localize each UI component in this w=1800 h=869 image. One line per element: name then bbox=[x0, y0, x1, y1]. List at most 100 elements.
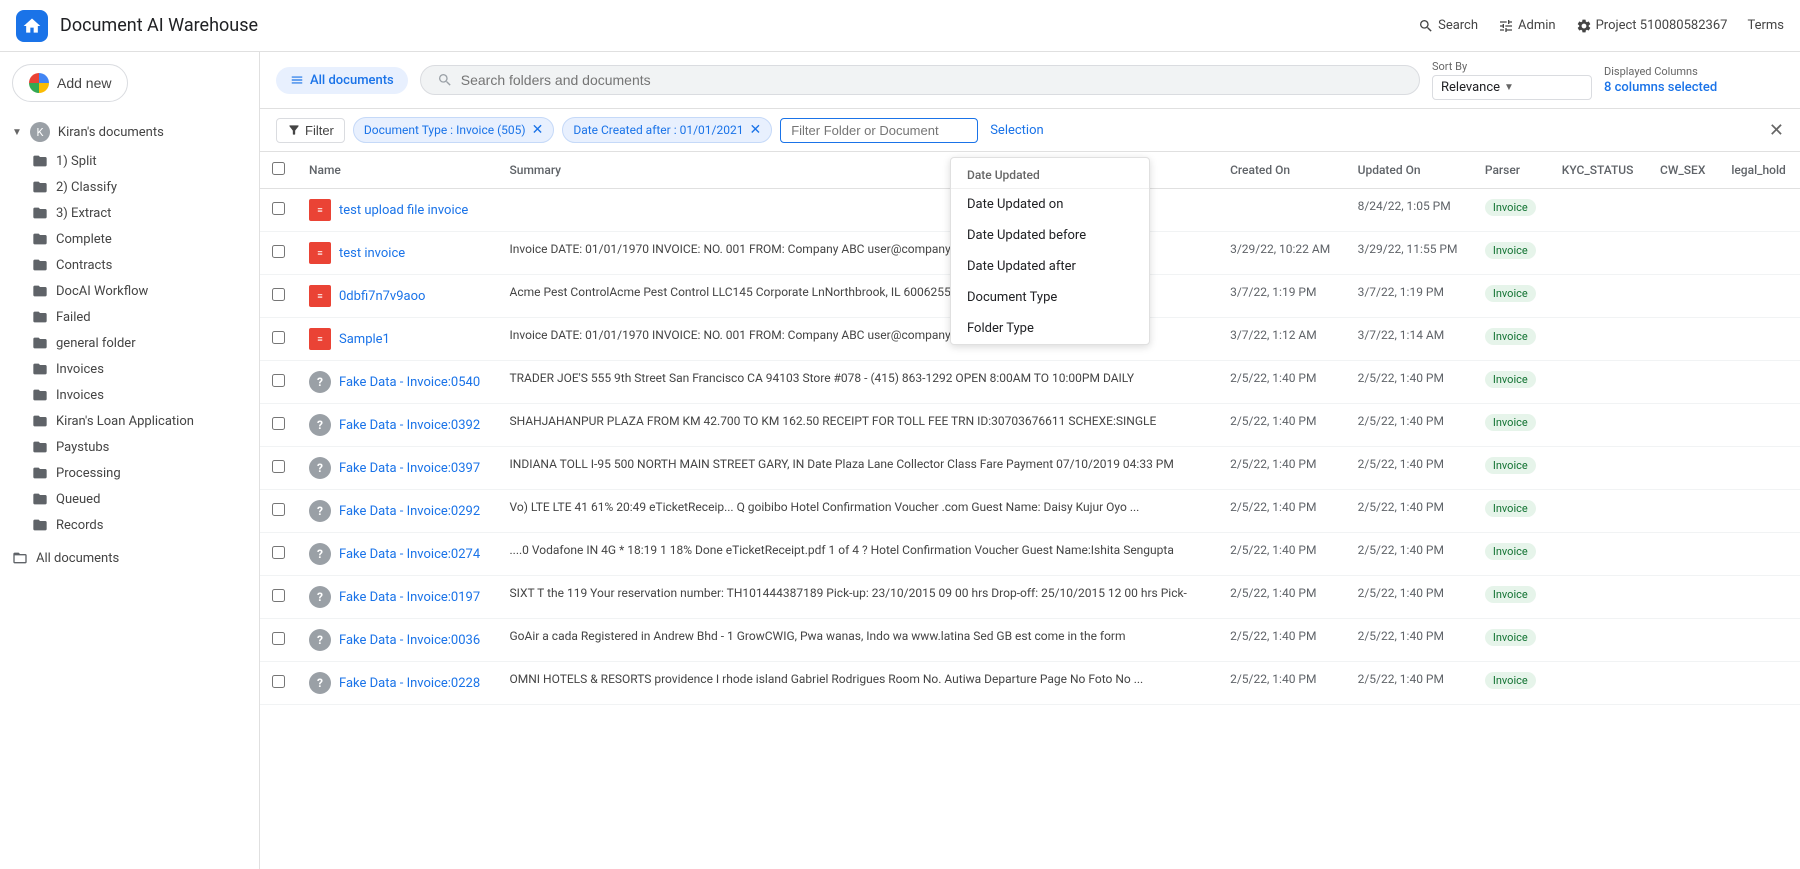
sidebar-folder-item[interactable]: Records bbox=[0, 512, 259, 538]
doc-name-link[interactable]: Fake Data - Invoice:0292 bbox=[339, 504, 480, 519]
doc-parser: Invoice bbox=[1485, 543, 1536, 560]
doc-name-link[interactable]: Fake Data - Invoice:0392 bbox=[339, 418, 480, 433]
row-created-cell bbox=[1218, 189, 1346, 232]
sidebar-folder-item[interactable]: 2) Classify bbox=[0, 174, 259, 200]
row-updated-cell: 3/7/22, 1:19 PM bbox=[1346, 275, 1473, 318]
doc-name-link[interactable]: Fake Data - Invoice:0228 bbox=[339, 676, 480, 691]
doc-created-on: 2/5/22, 1:40 PM bbox=[1230, 414, 1316, 428]
row-updated-cell: 2/5/22, 1:40 PM bbox=[1346, 404, 1473, 447]
row-kyc-cell bbox=[1550, 619, 1648, 662]
sidebar-folder-item[interactable]: Complete bbox=[0, 226, 259, 252]
filter-button[interactable]: Filter bbox=[276, 118, 345, 143]
filter-area-wrapper: Filter Document Type : Invoice (505) ✕ D… bbox=[260, 109, 1800, 152]
selection-link[interactable]: Selection bbox=[990, 123, 1043, 138]
row-parser-cell: Invoice bbox=[1473, 576, 1550, 619]
row-checkbox-cell bbox=[260, 318, 297, 361]
row-checkbox[interactable] bbox=[272, 331, 285, 344]
filter-chip-doc-type-close[interactable]: ✕ bbox=[532, 122, 544, 138]
filter-chip-date-created-close[interactable]: ✕ bbox=[749, 122, 761, 138]
doc-name-link[interactable]: Fake Data - Invoice:0036 bbox=[339, 633, 480, 648]
row-checkbox[interactable] bbox=[272, 460, 285, 473]
row-checkbox[interactable] bbox=[272, 675, 285, 688]
folder-icon bbox=[32, 465, 48, 481]
sidebar-folder-item[interactable]: Invoices bbox=[0, 356, 259, 382]
doc-name-link[interactable]: Fake Data - Invoice:0274 bbox=[339, 547, 480, 562]
filter-chip-doc-type[interactable]: Document Type : Invoice (505) ✕ bbox=[353, 117, 554, 143]
user-section-header[interactable]: ▼ K Kiran's documents bbox=[0, 116, 259, 148]
doc-parser: Invoice bbox=[1485, 285, 1536, 302]
row-updated-cell: 2/5/22, 1:40 PM bbox=[1346, 533, 1473, 576]
select-all-checkbox[interactable] bbox=[272, 162, 285, 175]
table-row: ? Fake Data - Invoice:0540 TRADER JOE'S … bbox=[260, 361, 1800, 404]
row-checkbox[interactable] bbox=[272, 503, 285, 516]
sidebar-folder-item[interactable]: DocAI Workflow bbox=[0, 278, 259, 304]
filter-chip-date-created[interactable]: Date Created after : 01/01/2021 ✕ bbox=[562, 117, 772, 143]
dropdown-menu-item[interactable]: Date Updated after bbox=[951, 251, 1149, 282]
search-nav-item[interactable]: Search bbox=[1418, 18, 1478, 34]
row-created-cell: 2/5/22, 1:40 PM bbox=[1218, 447, 1346, 490]
sidebar-folder-item[interactable]: Queued bbox=[0, 486, 259, 512]
doc-name-link[interactable]: 0dbfi7n7v9aoo bbox=[339, 289, 425, 304]
row-checkbox[interactable] bbox=[272, 288, 285, 301]
row-checkbox[interactable] bbox=[272, 417, 285, 430]
project-nav-item[interactable]: Project 510080582367 bbox=[1576, 18, 1728, 34]
search-bar[interactable] bbox=[420, 65, 1420, 95]
settings-nav-icon bbox=[1576, 18, 1592, 34]
doc-name-link[interactable]: test invoice bbox=[339, 246, 405, 261]
sidebar-folder-item[interactable]: 3) Extract bbox=[0, 200, 259, 226]
doc-name-link[interactable]: Fake Data - Invoice:0540 bbox=[339, 375, 480, 390]
folder-icon bbox=[32, 387, 48, 403]
sidebar-folder-label: 1) Split bbox=[56, 154, 97, 169]
sidebar-folder-item[interactable]: Contracts bbox=[0, 252, 259, 278]
filter-folder-document-input[interactable] bbox=[780, 118, 978, 143]
row-checkbox[interactable] bbox=[272, 202, 285, 215]
doc-name-link[interactable]: test upload file invoice bbox=[339, 203, 468, 218]
doc-name-link[interactable]: Sample1 bbox=[339, 332, 390, 347]
admin-nav-item[interactable]: Admin bbox=[1498, 18, 1556, 34]
add-new-button[interactable]: Add new bbox=[12, 64, 128, 102]
sort-select[interactable]: Relevance ▼ bbox=[1432, 75, 1592, 100]
dropdown-menu-item[interactable]: Folder Type bbox=[951, 313, 1149, 344]
doc-name-link[interactable]: Fake Data - Invoice:0197 bbox=[339, 590, 480, 605]
row-updated-cell: 2/5/22, 1:40 PM bbox=[1346, 619, 1473, 662]
sidebar-folder-item[interactable]: Invoices bbox=[0, 382, 259, 408]
dropdown-menu-item[interactable]: Document Type bbox=[951, 282, 1149, 313]
row-checkbox[interactable] bbox=[272, 546, 285, 559]
row-summary-cell: SHAHJAHANPUR PLAZA FROM KM 42.700 TO KM … bbox=[498, 404, 1219, 447]
row-kyc-cell bbox=[1550, 275, 1648, 318]
row-checkbox[interactable] bbox=[272, 245, 285, 258]
close-filter-icon[interactable]: ✕ bbox=[1769, 120, 1784, 141]
row-created-cell: 2/5/22, 1:40 PM bbox=[1218, 619, 1346, 662]
sidebar-folder-item[interactable]: 1) Split bbox=[0, 148, 259, 174]
user-avatar: K bbox=[30, 122, 50, 142]
sidebar-folder-item[interactable]: Kiran's Loan Application bbox=[0, 408, 259, 434]
row-parser-cell: Invoice bbox=[1473, 275, 1550, 318]
row-checkbox[interactable] bbox=[272, 374, 285, 387]
dropdown-menu-item[interactable]: Date Updated before bbox=[951, 220, 1149, 251]
row-created-cell: 2/5/22, 1:40 PM bbox=[1218, 490, 1346, 533]
row-parser-cell: Invoice bbox=[1473, 490, 1550, 533]
displayed-columns-value[interactable]: 8 columns selected bbox=[1604, 80, 1784, 95]
row-checkbox[interactable] bbox=[272, 632, 285, 645]
sidebar-folder-item[interactable]: Failed bbox=[0, 304, 259, 330]
unknown-icon: ? bbox=[309, 500, 331, 522]
row-name-cell: ≡ test upload file invoice bbox=[297, 189, 498, 232]
user-section-label: Kiran's documents bbox=[58, 125, 164, 140]
row-kyc-cell bbox=[1550, 576, 1648, 619]
row-cw-sex-cell bbox=[1648, 318, 1719, 361]
sidebar-folder-item[interactable]: Paystubs bbox=[0, 434, 259, 460]
search-input[interactable] bbox=[461, 72, 1403, 88]
dropdown-menu-item[interactable]: Date Updated on bbox=[951, 189, 1149, 220]
all-documents-tab-label: All documents bbox=[310, 73, 394, 88]
row-checkbox[interactable] bbox=[272, 589, 285, 602]
all-documents-tab[interactable]: All documents bbox=[276, 67, 408, 94]
sidebar-item-all-documents[interactable]: All documents bbox=[0, 544, 259, 572]
row-checkbox-cell bbox=[260, 619, 297, 662]
doc-updated-on: 2/5/22, 1:40 PM bbox=[1358, 543, 1444, 557]
row-checkbox-cell bbox=[260, 275, 297, 318]
sidebar-folder-item[interactable]: Processing bbox=[0, 460, 259, 486]
terms-nav-item[interactable]: Terms bbox=[1747, 18, 1784, 33]
sidebar-folder-item[interactable]: general folder bbox=[0, 330, 259, 356]
doc-name-link[interactable]: Fake Data - Invoice:0397 bbox=[339, 461, 480, 476]
sidebar-folder-label: Complete bbox=[56, 232, 112, 247]
